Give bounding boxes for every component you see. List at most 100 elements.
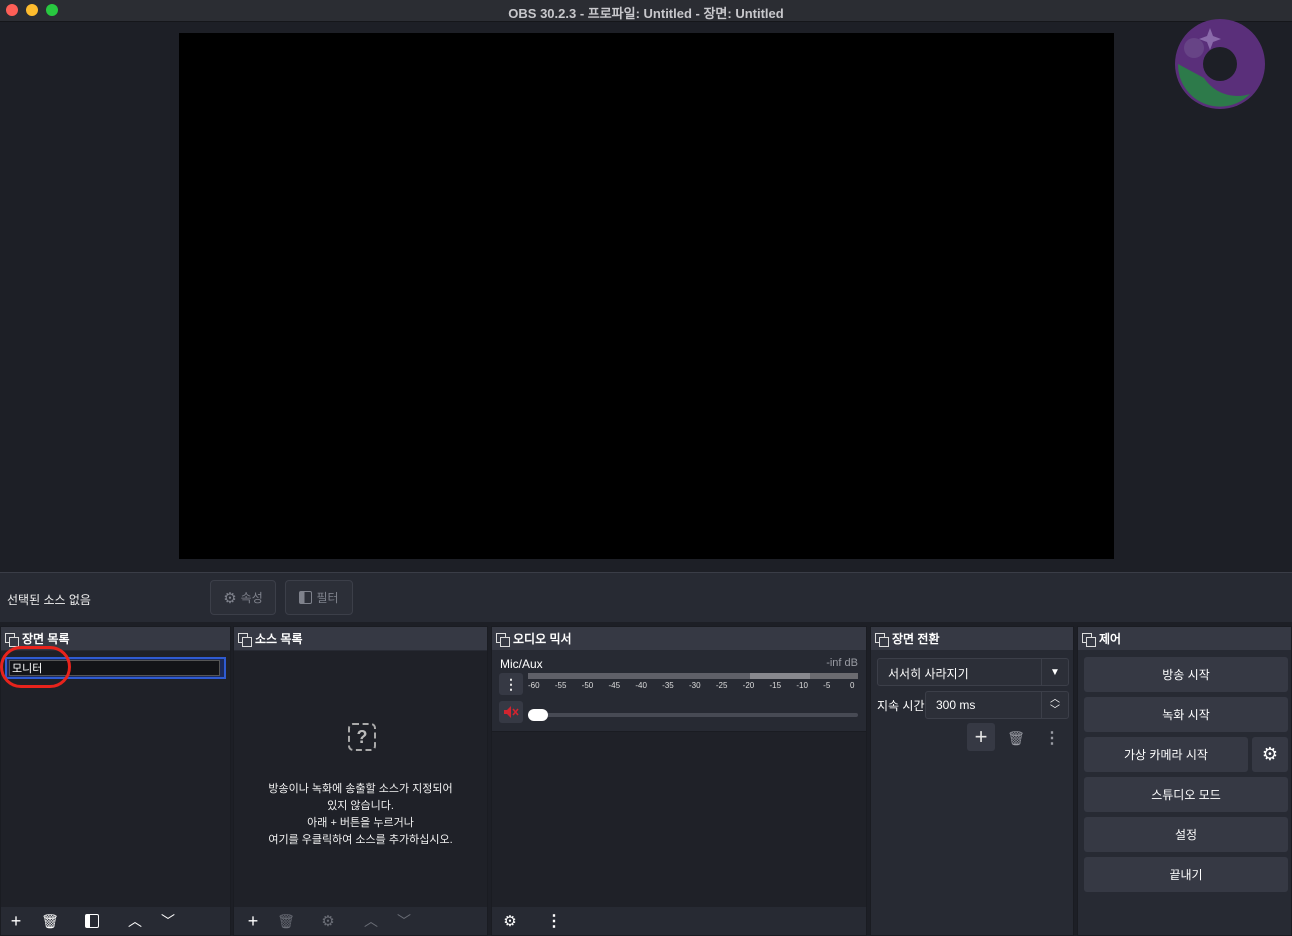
move-source-down-button[interactable]: ﹀ [390,909,418,933]
properties-button-label: 속성 [240,591,263,605]
add-transition-button[interactable]: + [967,723,995,751]
start-virtual-camera-button[interactable]: 가상 카메라 시작 [1084,737,1248,772]
volume-meter-tick: -30 [689,681,701,690]
speaker-muted-icon [504,706,519,718]
filters-button-label: 필터 [316,591,339,605]
dock-icon [1082,632,1096,647]
volume-meter-tick: -20 [742,681,755,690]
move-source-up-button[interactable]: ︿ [357,909,385,933]
kebab-menu-icon: ⋮ [504,675,518,692]
volume-meter-tick: -35 [662,681,674,690]
question-icon: ? [348,723,376,751]
transition-select-value: 서서히 사라지기 [888,667,969,681]
studio-mode-label: 스튜디오 모드 [1151,788,1221,802]
volume-meter-tick: -15 [769,681,782,690]
trash-icon: 🗑 [1007,729,1025,746]
advanced-audio-properties-button[interactable]: ⚙ [496,909,524,933]
no-source-selected-label: 선택된 소스 없음 [7,593,91,607]
volume-meter-tick: -60 [528,681,540,690]
source-properties-button[interactable]: ⚙ [314,909,342,933]
volume-meter-tick: -10 [796,681,808,690]
controls-title: 제어 [1099,632,1122,646]
audio-mixer-title: 오디오 믹서 [513,632,572,646]
mute-toggle[interactable] [499,701,523,723]
duration-spinbox[interactable]: 300 ms ︿ ﹀ [925,691,1069,719]
move-scene-up-button[interactable]: ︿ [121,909,149,933]
scenes-list[interactable] [1,651,230,907]
virtual-camera-settings-button[interactable]: ⚙ [1252,737,1288,772]
volume-meter-tick: 0 [850,681,855,690]
stepper-icon[interactable]: ︿ ﹀ [1041,692,1068,718]
plus-icon: + [10,910,22,931]
properties-button[interactable]: ⚙ 속성 [210,580,276,615]
title-bar: OBS 30.2.3 - 프로파일: Untitled - 장면: Untitl… [0,0,1292,22]
trash-icon: 🗑 [277,912,295,929]
start-recording-label: 녹화 시작 [1162,708,1210,722]
gear-icon: ⚙ [503,913,517,930]
empty-message-line: 방송이나 녹화에 송출할 소스가 지정되어 [268,783,453,795]
annotation-circle [0,646,71,688]
chevron-down-icon: ﹀ [161,913,175,929]
chevron-down-icon: ﹀ [397,913,411,929]
volume-meter-tick: -25 [715,681,728,690]
audio-mixer-panel: 오디오 믹서 Mic/Aux -inf dB -60 -55 -50 -45 -40 -3… [491,626,867,936]
empty-message-line: 여기를 우클릭하여 소스를 추가하십시오. [268,834,453,846]
chevron-up-icon: ︿ [128,913,142,929]
audio-mixer-empty-area [492,731,866,907]
start-streaming-button[interactable]: 방송 시작 [1084,657,1288,692]
audio-mixer-toolbar: ⚙ ⋮ [492,907,866,935]
scene-transitions-body: 서서히 사라지기 ▼ 지속 시간 300 ms ︿ ﹀ + 🗑 ⋮ [871,651,1073,935]
filter-icon [299,591,313,604]
volume-slider-handle[interactable] [528,709,548,721]
obs-studio-logo [1175,19,1265,109]
settings-label: 설정 [1174,828,1198,842]
add-source-button[interactable]: + [239,909,267,933]
exit-button[interactable]: 끝내기 [1084,857,1288,892]
trash-icon: 🗑 [41,912,59,929]
sources-panel-header[interactable]: 소스 목록 [234,627,487,650]
studio-mode-button[interactable]: 스튜디오 모드 [1084,777,1288,812]
kebab-menu-icon: ⋮ [1044,730,1060,747]
remove-transition-button[interactable]: 🗑 [1003,727,1029,749]
audio-channel-name: Mic/Aux [500,657,543,671]
caret-down-icon: ▼ [1041,659,1068,685]
sources-empty-message: 방송이나 녹화에 송출할 소스가 지정되어 있지 않습니다. 아래 + 버튼을 … [234,781,487,849]
transition-properties-button[interactable]: ⋮ [1039,727,1065,749]
remove-source-button[interactable]: 🗑 [272,909,300,933]
add-scene-button[interactable]: + [2,909,30,933]
audio-channel-menu-button[interactable]: ⋮ [499,673,523,695]
volume-meter-tick: -40 [635,681,647,690]
controls-header[interactable]: 제어 [1078,627,1291,650]
scene-transitions-title: 장면 전환 [892,632,940,646]
audio-mixer-header[interactable]: 오디오 믹서 [492,627,866,650]
dock-icon [5,632,19,647]
window-title: OBS 30.2.3 - 프로파일: Untitled - 장면: Untitl… [508,6,784,21]
gear-icon: ⚙ [223,589,237,607]
gear-icon: ⚙ [1261,744,1279,764]
controls-panel: 제어 방송 시작 녹화 시작 가상 카메라 시작 ⚙ 스튜디오 모드 설정 끝내… [1077,626,1292,936]
start-streaming-label: 방송 시작 [1162,668,1210,682]
filters-button[interactable]: 필터 [285,580,353,615]
kebab-menu-icon: ⋮ [546,913,562,930]
audio-mixer-menu-button[interactable]: ⋮ [540,909,568,933]
remove-scene-button[interactable]: 🗑 [36,909,64,933]
sources-panel-title: 소스 목록 [255,632,303,646]
scenes-toolbar: + 🗑 ︿ ﹀ [1,907,230,935]
dock-icon [496,632,510,647]
preview-area[interactable] [0,19,1292,569]
empty-message-line: 있지 않습니다. [327,800,394,812]
settings-button[interactable]: 설정 [1084,817,1288,852]
move-scene-down-button[interactable]: ﹀ [154,909,182,933]
scene-transitions-header[interactable]: 장면 전환 [871,627,1073,650]
filter-icon [85,914,99,928]
transition-select[interactable]: 서서히 사라지기 ▼ [877,658,1069,686]
preview-canvas[interactable] [179,33,1114,559]
gear-icon: ⚙ [321,913,335,930]
scene-filters-button[interactable] [78,909,106,933]
volume-slider-track[interactable] [528,713,858,717]
volume-meter-tick: -45 [608,681,621,690]
volume-meter [528,673,858,679]
start-recording-button[interactable]: 녹화 시작 [1084,697,1288,732]
sources-list[interactable]: ? 방송이나 녹화에 송출할 소스가 지정되어 있지 않습니다. 아래 + 버튼… [234,651,487,907]
start-virtual-camera-label: 가상 카메라 시작 [1124,748,1208,762]
